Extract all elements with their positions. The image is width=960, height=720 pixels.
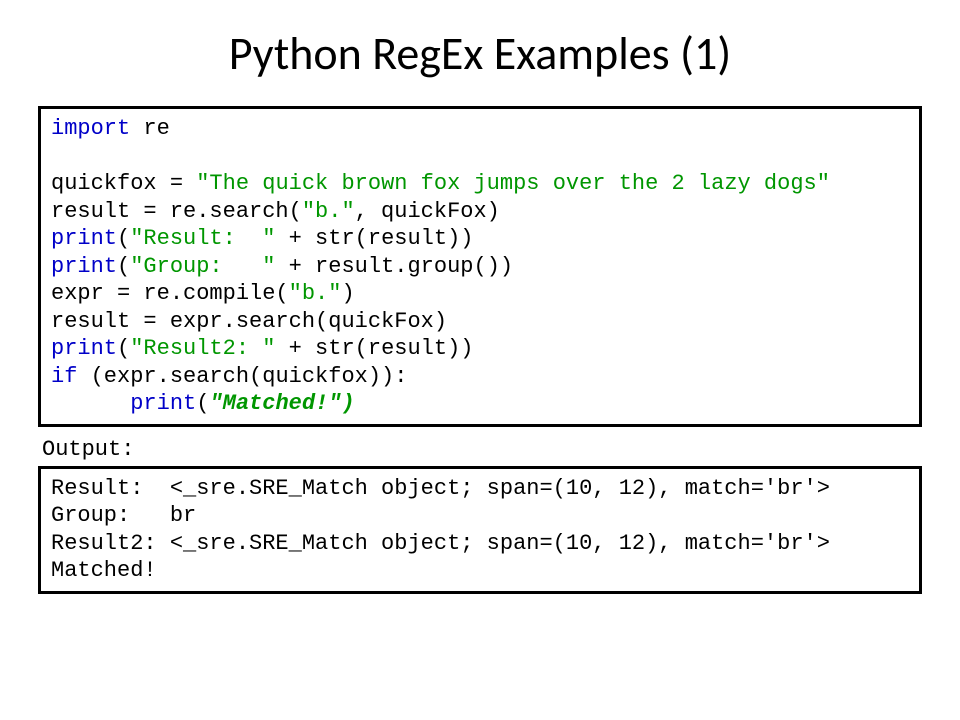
- output-line: Matched!: [51, 558, 157, 583]
- code-token: (: [117, 336, 130, 361]
- output-line: Group: br: [51, 503, 196, 528]
- code-token: print: [51, 226, 117, 251]
- code-token: print: [51, 254, 117, 279]
- code-token: "The quick brown fox jumps over the 2 la…: [196, 171, 830, 196]
- code-token: "Group: ": [130, 254, 275, 279]
- code-token: ): [341, 281, 354, 306]
- slide: Python RegEx Examples (1) import re quic…: [0, 0, 960, 614]
- code-token: "Result2: ": [130, 336, 275, 361]
- output-label: Output:: [42, 437, 922, 462]
- code-token: print: [51, 336, 117, 361]
- code-token: re: [130, 116, 170, 141]
- output-line: Result: <_sre.SRE_Match object; span=(10…: [51, 476, 830, 501]
- code-token: "b.": [289, 281, 342, 306]
- code-token: (expr.search(quickfox)):: [77, 364, 407, 389]
- code-token: "Matched!": [209, 391, 341, 416]
- code-token: , quickFox): [355, 199, 500, 224]
- code-token: "b.": [302, 199, 355, 224]
- code-token: expr = re.compile(: [51, 281, 289, 306]
- code-token: ): [341, 391, 354, 416]
- output-line: Result2: <_sre.SRE_Match object; span=(1…: [51, 531, 830, 556]
- code-token: + str(result)): [275, 226, 473, 251]
- code-token: "Result: ": [130, 226, 275, 251]
- code-token: if: [51, 364, 77, 389]
- code-token: result = re.search(: [51, 199, 302, 224]
- slide-title: Python RegEx Examples (1): [38, 26, 922, 82]
- code-token: quickfox =: [51, 171, 196, 196]
- output-block: Result: <_sre.SRE_Match object; span=(10…: [38, 466, 922, 594]
- code-token: (: [117, 226, 130, 251]
- code-token: result = expr.search(quickFox): [51, 309, 447, 334]
- code-token: (: [196, 391, 209, 416]
- code-token: + str(result)): [275, 336, 473, 361]
- code-token: (: [117, 254, 130, 279]
- code-token: + result.group()): [275, 254, 513, 279]
- code-block: import re quickfox = "The quick brown fo…: [38, 106, 922, 427]
- code-token: import: [51, 116, 130, 141]
- code-token: print: [51, 391, 196, 416]
